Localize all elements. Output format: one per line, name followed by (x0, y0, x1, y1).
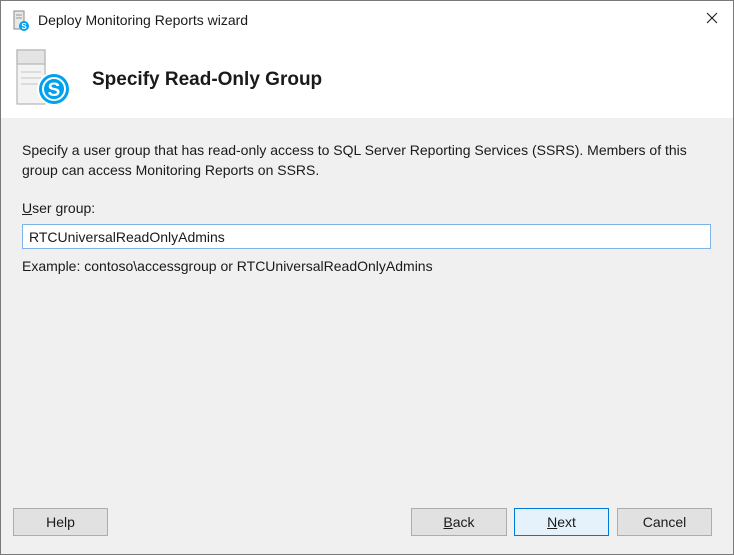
description-line-2: group can access Monitoring Reports on S… (22, 162, 320, 178)
back-button-accelerator: B (443, 514, 453, 530)
user-group-label-text: ser group: (32, 200, 96, 216)
title-bar: S Deploy Monitoring Reports wizard (1, 1, 733, 39)
description-line-1: Specify a user group that has read-only … (22, 142, 687, 158)
help-button-label: Help (46, 514, 75, 530)
wizard-header: S Specify Read-Only Group (1, 39, 733, 118)
cancel-button[interactable]: Cancel (617, 508, 712, 536)
next-button-accelerator: N (547, 514, 558, 530)
user-group-input[interactable] (22, 224, 711, 249)
user-group-label-accelerator: U (22, 200, 33, 216)
svg-text:S: S (21, 22, 27, 31)
back-button-label: ack (452, 514, 475, 530)
svg-text:S: S (48, 80, 61, 101)
wizard-window: S Deploy Monitoring Reports wizard S Spe… (0, 0, 734, 555)
next-button-label: ext (557, 514, 576, 530)
skype-server-logo-icon: S (14, 48, 76, 110)
page-title: Specify Read-Only Group (92, 69, 323, 90)
back-button[interactable]: Back (411, 508, 507, 536)
close-icon (706, 12, 718, 28)
server-skype-icon: S (12, 10, 30, 32)
window-title: Deploy Monitoring Reports wizard (38, 12, 249, 28)
example-hint: Example: contoso\accessgroup or RTCUnive… (22, 258, 433, 274)
cancel-button-label: Cancel (642, 514, 687, 530)
help-button[interactable]: Help (13, 508, 108, 536)
next-button[interactable]: Next (514, 508, 609, 536)
close-button[interactable] (690, 1, 733, 39)
description-block: Specify a user group that has read-only … (22, 140, 722, 180)
user-group-label: User group: (22, 200, 95, 216)
